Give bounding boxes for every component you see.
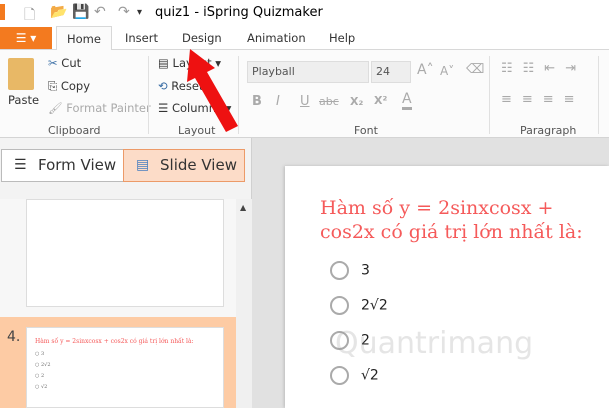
red-arrow-annotation xyxy=(187,49,238,132)
arrow-icon xyxy=(187,49,238,132)
